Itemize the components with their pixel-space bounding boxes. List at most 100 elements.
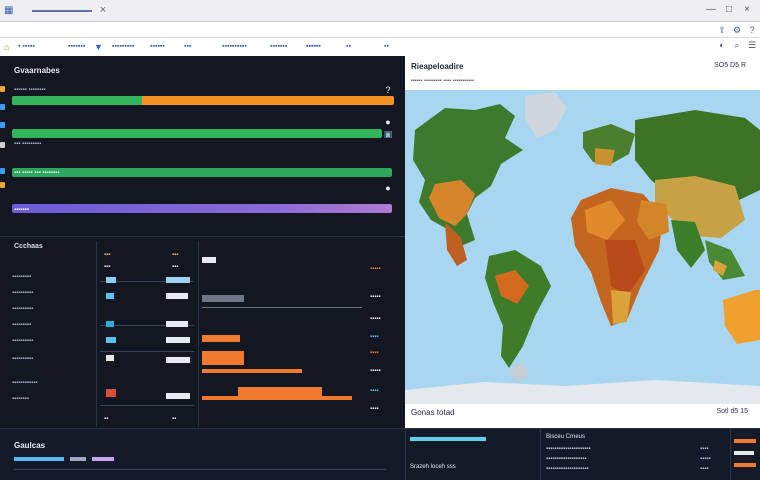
help-icon[interactable]: ? — [382, 84, 394, 96]
region-north-america[interactable] — [413, 104, 523, 246]
nav-item-9[interactable]: ▪▪ — [384, 41, 389, 53]
nav-item-active[interactable]: ▪▪▪▪▪▪ — [306, 41, 321, 53]
metric-label: ▪▪▪▪▪▪ ▪▪▪▪▪▪▪▪ — [14, 87, 46, 93]
title-bar: ▦ × — □ × — [0, 0, 760, 22]
side-marker — [0, 104, 5, 110]
metric-label: ▪▪▪ ▪▪▪▪▪ ▪▪▪ ▪▪▪▪▪▪▪▪ — [14, 170, 60, 176]
share-icon[interactable]: ⇪ — [716, 24, 728, 36]
bottom-bar — [92, 457, 114, 461]
region-south-america[interactable] — [485, 250, 551, 368]
map-controls[interactable]: SO5 D5 R — [714, 62, 746, 69]
metric-bar — [12, 129, 382, 138]
bottom-right-title: Bisceu Crneus — [546, 434, 586, 440]
nav-item-4[interactable]: ▪▪▪▪▪▪ — [150, 41, 165, 53]
bottom-right-row: ▪▪▪▪▪▪▪▪▪▪▪▪▪▪▪▪▪▪▪ — [546, 456, 587, 462]
expand-icon[interactable]: ▣ — [382, 128, 394, 140]
close-tab-icon[interactable]: × — [96, 3, 110, 17]
maximize-button[interactable]: □ — [722, 3, 736, 17]
row-divider — [100, 405, 194, 406]
right-value: ▪▪▪▪▪ — [370, 266, 381, 272]
side-marker — [0, 142, 5, 148]
region-south-islands[interactable] — [509, 362, 529, 382]
bottom-mid-text: Srazeh loceh sss — [410, 464, 456, 470]
chart-bar — [202, 335, 240, 342]
mini-bar — [166, 293, 188, 299]
main-nav: ⌂ ▪ ▪▪▪▪▪ ▪▪▪▪▪▪▪ ▼ ▪▪▪▪▪▪▪▪▪ ▪▪▪▪▪▪ ▪▪▪… — [0, 38, 405, 56]
bottom-panel: Gaulcas Srazeh loceh sss Bisceu Crneus ▪… — [0, 428, 760, 480]
right-value: ▪▪▪▪ — [370, 388, 379, 394]
side-marker — [0, 122, 5, 128]
metrics-panel: Gvaarnabes ▪▪▪▪▪▪ ▪▪▪▪▪▪▪▪ ? ▪▪▪▪▪▪▪▪ ▪▪… — [0, 56, 405, 428]
map-footer-value: Sotl d5 15 — [716, 408, 748, 415]
bottom-column-divider — [405, 429, 406, 480]
region-australia[interactable] — [723, 290, 760, 344]
nav-item-8[interactable]: ▪▪ — [346, 41, 351, 53]
world-map-svg — [405, 92, 760, 404]
row-label: ▪▪▪▪▪▪▪▪▪ — [12, 274, 32, 280]
mini-bar-alert — [106, 389, 116, 397]
metric-label: ▪▪▪ ▪▪▪▪▪▪▪▪▪ — [14, 141, 42, 147]
folder-icon[interactable]: ▼ — [94, 41, 106, 53]
region-greenland[interactable] — [525, 92, 567, 138]
metric-row[interactable]: ▪▪▪▪▪▪ ▪▪▪▪▪▪▪▪ ? — [12, 84, 394, 108]
status-dot-icon: ● — [385, 117, 391, 127]
bottom-right-row: ▪▪▪▪▪▪▪▪▪▪▪▪▪▪▪▪▪▪▪▪▪ — [546, 446, 591, 452]
row-label: ▪▪▪▪▪▪▪▪ — [12, 396, 30, 402]
chart-bar — [202, 295, 244, 302]
row-label: ▪▪▪▪▪▪▪▪▪▪ — [12, 338, 34, 344]
close-window-button[interactable]: × — [740, 3, 754, 17]
menu-icon[interactable]: ☰ — [746, 38, 758, 52]
column-value: ▪▪▪ — [104, 252, 111, 258]
row-label: ▪▪▪▪▪▪▪▪▪▪ — [12, 356, 34, 362]
bottom-divider — [14, 469, 386, 470]
metric-row[interactable]: ▪▪▪▪▪▪▪▪ ▪▪▪▪▪ ● ▣ — [12, 117, 394, 146]
mini-bar — [106, 277, 116, 283]
nav-item-7[interactable]: ▪▪▪▪▪▪▪ — [270, 41, 287, 53]
search-icon[interactable]: ⌕ — [731, 38, 743, 52]
mini-bar — [106, 337, 116, 343]
bottom-bar — [734, 463, 756, 467]
nav-item-5[interactable]: ▪▪▪ — [184, 41, 191, 53]
chart-bar — [202, 396, 352, 400]
bottom-bar — [410, 437, 486, 441]
bottom-far-row: ▪▪▪▪▪ — [700, 456, 711, 462]
nav-item-2[interactable]: ▪▪▪▪▪▪▪ — [68, 41, 85, 53]
right-value: ▪▪▪▪▪ — [370, 316, 381, 322]
map-footer-label: Gonas totad — [411, 408, 455, 417]
nav-item-1[interactable]: ▪ ▪▪▪▪▪ — [18, 41, 35, 53]
metric-label: ▪▪▪▪▪▪▪ — [14, 207, 29, 213]
home-icon[interactable]: ⌂ — [4, 41, 16, 53]
section-title: Ccchaas — [14, 243, 43, 250]
region-antarctica[interactable] — [405, 380, 760, 404]
region-southeast-asia[interactable] — [705, 240, 745, 280]
side-marker — [0, 168, 5, 174]
mini-bar — [166, 393, 190, 399]
bottom-title: Gaulcas — [14, 441, 46, 450]
metric-row[interactable]: ▪▪▪▪▪▪▪ — [12, 198, 394, 222]
column-value: ▪▪▪ — [104, 264, 111, 270]
help-icon[interactable]: ? — [746, 24, 758, 36]
minimize-button[interactable]: — — [704, 3, 718, 17]
mini-bar — [166, 321, 188, 327]
chart-line — [202, 307, 362, 308]
bottom-right-row: ▪▪▪▪▪▪▪▪▪▪▪▪▪▪▪▪▪▪▪▪ — [546, 466, 589, 472]
column-value: ▪▪▪ — [172, 264, 179, 270]
side-marker — [0, 86, 5, 92]
side-marker — [0, 182, 5, 188]
region-south-africa[interactable] — [611, 290, 631, 324]
column-value: ▪▪ — [104, 416, 109, 422]
right-value: ▪▪▪▪ — [370, 334, 379, 340]
user-icon[interactable]: ◐ — [716, 38, 728, 52]
settings-icon[interactable]: ⚙ — [731, 24, 743, 36]
column-divider — [96, 241, 97, 427]
right-value: ▪▪▪▪ — [370, 406, 379, 412]
metric-row[interactable]: ▪▪▪ ▪▪▪▪▪ ▪▪▪ ▪▪▪▪▪▪▪▪ ● — [12, 160, 394, 193]
right-value: ▪▪▪▪▪ — [370, 294, 381, 300]
nav-item-3[interactable]: ▪▪▪▪▪▪▪▪▪ — [112, 41, 134, 53]
grid-icon: ▦ — [4, 5, 14, 16]
nav-item-6[interactable]: ▪▪▪▪▪▪▪▪▪▪ — [222, 41, 247, 53]
metric-bar — [12, 168, 392, 177]
row-divider — [100, 351, 194, 352]
bottom-bar — [14, 457, 64, 461]
world-map[interactable] — [405, 90, 760, 404]
